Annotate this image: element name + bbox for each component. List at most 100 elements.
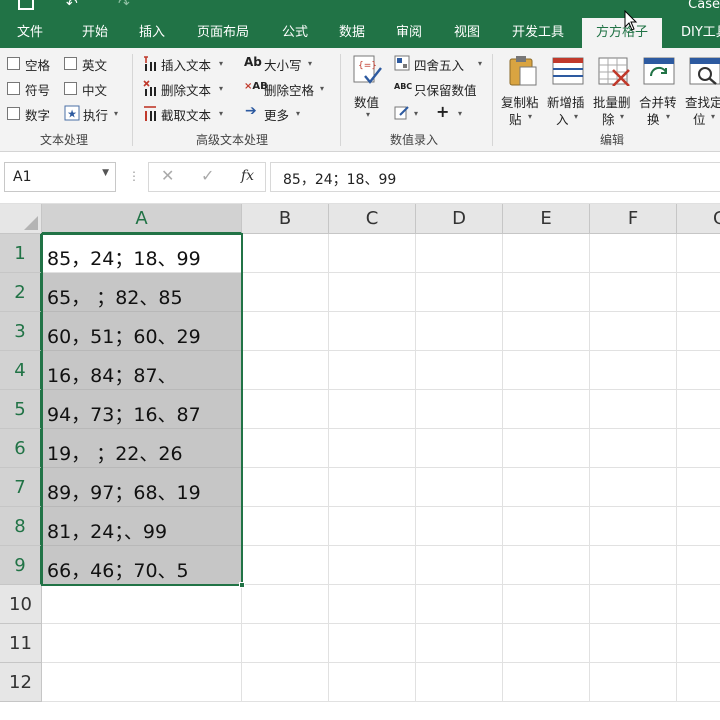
row-header-5[interactable]: 5 <box>0 390 42 429</box>
cell-f4[interactable] <box>590 351 677 390</box>
row-header-4[interactable]: 4 <box>0 351 42 390</box>
row-header-1[interactable]: 1 <box>0 234 42 273</box>
cell-f6[interactable] <box>590 429 677 468</box>
cell-d4[interactable] <box>416 351 503 390</box>
tab-file[interactable]: 文件 <box>17 18 43 48</box>
checkbox-english[interactable] <box>64 57 77 70</box>
cell-d5[interactable] <box>416 390 503 429</box>
fill-handle[interactable] <box>239 582 245 588</box>
row-header-6[interactable]: 6 <box>0 429 42 468</box>
cell-f9[interactable] <box>590 546 677 585</box>
cell-d8[interactable] <box>416 507 503 546</box>
save-icon[interactable] <box>18 0 34 10</box>
cell-g7[interactable] <box>677 468 720 507</box>
cell-c7[interactable] <box>329 468 416 507</box>
confirm-icon[interactable]: ✓ <box>201 166 214 185</box>
cell-f3[interactable] <box>590 312 677 351</box>
cell-g12[interactable] <box>677 663 720 702</box>
cell-f2[interactable] <box>590 273 677 312</box>
cell-f12[interactable] <box>590 663 677 702</box>
name-box-dropdown-icon[interactable]: ▼ <box>102 168 109 178</box>
cell-d1[interactable] <box>416 234 503 273</box>
cell-b4[interactable] <box>242 351 329 390</box>
column-header-b[interactable]: B <box>242 204 329 234</box>
cell-a12[interactable] <box>42 663 242 702</box>
cell-c2[interactable] <box>329 273 416 312</box>
tab-formulas[interactable]: 公式 <box>282 18 308 48</box>
cell-a1[interactable]: 85，24；18、99 <box>42 234 242 273</box>
tab-view[interactable]: 视图 <box>454 18 480 48</box>
checkbox-symbol[interactable] <box>7 82 20 95</box>
cell-d11[interactable] <box>416 624 503 663</box>
cell-b8[interactable] <box>242 507 329 546</box>
cell-e3[interactable] <box>503 312 590 351</box>
cell-g3[interactable] <box>677 312 720 351</box>
cell-c5[interactable] <box>329 390 416 429</box>
cell-e9[interactable] <box>503 546 590 585</box>
column-header-d[interactable]: D <box>416 204 503 234</box>
cell-d2[interactable] <box>416 273 503 312</box>
cell-e6[interactable] <box>503 429 590 468</box>
cell-e10[interactable] <box>503 585 590 624</box>
select-all-corner[interactable] <box>0 204 42 234</box>
cell-b2[interactable] <box>242 273 329 312</box>
cell-a2[interactable]: 65， ；82、85 <box>42 273 242 312</box>
cell-a6[interactable]: 19， ；22、26 <box>42 429 242 468</box>
cell-b9[interactable] <box>242 546 329 585</box>
cell-c4[interactable] <box>329 351 416 390</box>
cell-e2[interactable] <box>503 273 590 312</box>
row-header-7[interactable]: 7 <box>0 468 42 507</box>
formula-input[interactable]: 85，24；18、99 <box>270 162 720 192</box>
cell-a10[interactable] <box>42 585 242 624</box>
cell-b10[interactable] <box>242 585 329 624</box>
cell-e8[interactable] <box>503 507 590 546</box>
cell-c6[interactable] <box>329 429 416 468</box>
cell-g4[interactable] <box>677 351 720 390</box>
cell-d7[interactable] <box>416 468 503 507</box>
cell-d9[interactable] <box>416 546 503 585</box>
tab-fangfang-gezi[interactable]: 方方格子 <box>582 18 663 48</box>
cell-g11[interactable] <box>677 624 720 663</box>
cell-b12[interactable] <box>242 663 329 702</box>
cell-e1[interactable] <box>503 234 590 273</box>
cell-a9[interactable]: 66，46；70、5 <box>42 546 242 585</box>
column-header-f[interactable]: F <box>590 204 677 234</box>
cell-g6[interactable] <box>677 429 720 468</box>
tab-home[interactable]: 开始 <box>82 18 108 48</box>
checkbox-number[interactable] <box>7 107 20 120</box>
cell-a8[interactable]: 81，24；、99 <box>42 507 242 546</box>
cell-g8[interactable] <box>677 507 720 546</box>
column-header-g[interactable]: G <box>677 204 720 234</box>
row-header-2[interactable]: 2 <box>0 273 42 312</box>
cell-b6[interactable] <box>242 429 329 468</box>
cell-a7[interactable]: 89，97；68、19 <box>42 468 242 507</box>
cell-b7[interactable] <box>242 468 329 507</box>
cell-g9[interactable] <box>677 546 720 585</box>
cell-a4[interactable]: 16，84；87、 <box>42 351 242 390</box>
row-header-8[interactable]: 8 <box>0 507 42 546</box>
cancel-icon[interactable]: ✕ <box>161 166 174 185</box>
cell-d6[interactable] <box>416 429 503 468</box>
column-header-e[interactable]: E <box>503 204 590 234</box>
cell-f7[interactable] <box>590 468 677 507</box>
cell-d3[interactable] <box>416 312 503 351</box>
cell-g10[interactable] <box>677 585 720 624</box>
cell-b5[interactable] <box>242 390 329 429</box>
row-header-3[interactable]: 3 <box>0 312 42 351</box>
cell-d10[interactable] <box>416 585 503 624</box>
tab-developer[interactable]: 开发工具 <box>512 18 564 48</box>
tab-page-layout[interactable]: 页面布局 <box>197 18 249 48</box>
row-header-9[interactable]: 9 <box>0 546 42 585</box>
tab-data[interactable]: 数据 <box>339 18 365 48</box>
tab-review[interactable]: 审阅 <box>396 18 422 48</box>
cell-c3[interactable] <box>329 312 416 351</box>
cell-d12[interactable] <box>416 663 503 702</box>
cell-b11[interactable] <box>242 624 329 663</box>
cell-a11[interactable] <box>42 624 242 663</box>
cell-g2[interactable] <box>677 273 720 312</box>
cell-e4[interactable] <box>503 351 590 390</box>
tab-diy-tools[interactable]: DIY工具 <box>681 18 720 48</box>
redo-icon[interactable]: ↷ <box>118 0 130 12</box>
cell-e7[interactable] <box>503 468 590 507</box>
cell-c9[interactable] <box>329 546 416 585</box>
